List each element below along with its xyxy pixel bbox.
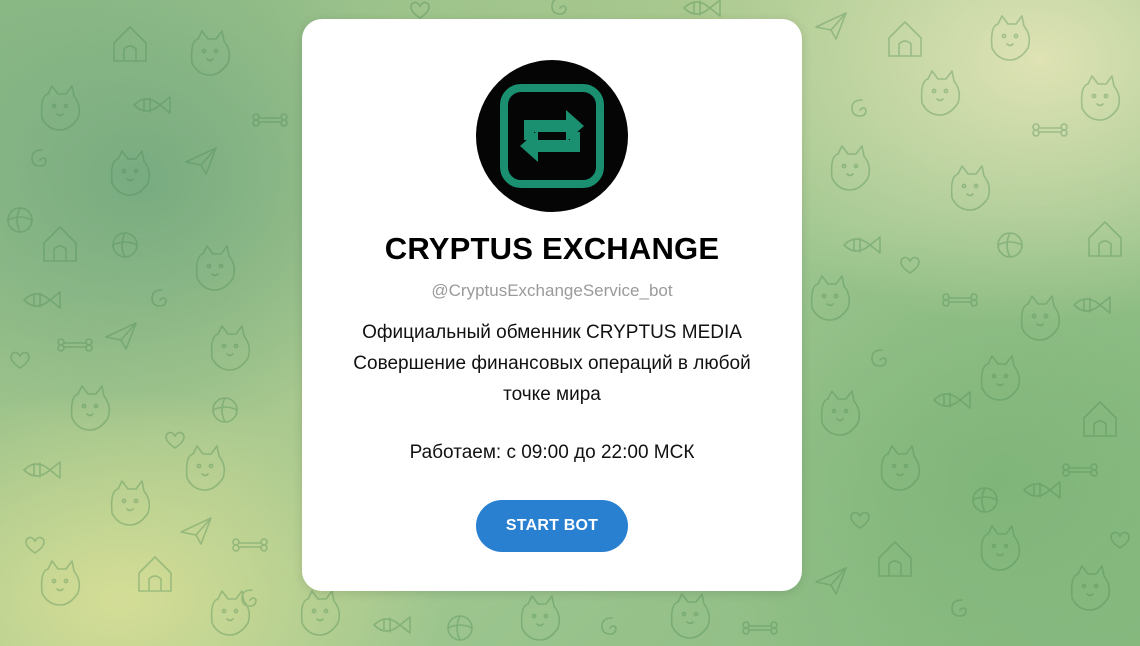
description-line: Совершение финансовых операций в любой — [353, 353, 751, 374]
bot-avatar — [476, 60, 628, 212]
bot-preview-card: CRYPTUS EXCHANGE @CryptusExchangeService… — [302, 19, 802, 591]
exchange-arrows-icon — [500, 84, 604, 188]
description-line: Официальный обменник CRYPTUS MEDIA — [362, 322, 742, 343]
start-bot-button[interactable]: START BOT — [476, 500, 628, 552]
bot-description: Официальный обменник CRYPTUS MEDIA Совер… — [322, 317, 782, 410]
working-hours: Работаем: с 09:00 до 22:00 МСК — [409, 442, 695, 463]
description-line: точке мира — [503, 384, 601, 405]
bot-username: @CryptusExchangeService_bot — [431, 281, 673, 300]
bot-title: CRYPTUS EXCHANGE — [384, 231, 720, 266]
